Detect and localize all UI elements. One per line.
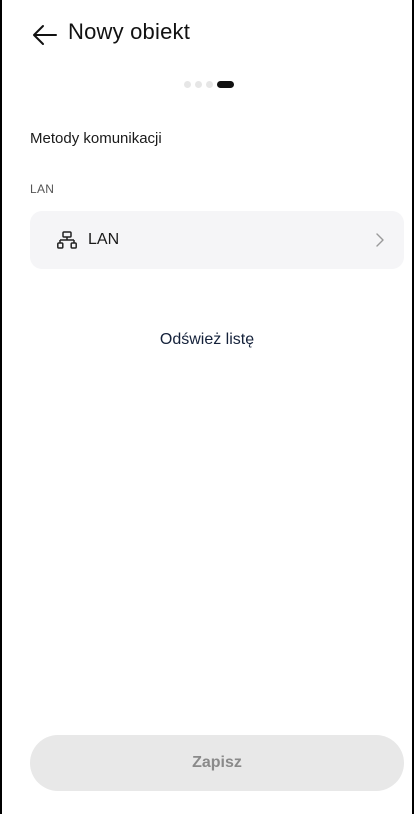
arrow-left-icon (33, 25, 57, 45)
step-dot (195, 81, 202, 88)
back-button[interactable] (28, 18, 62, 52)
top-bar: Nowy obiekt (2, 0, 412, 90)
step-dot (184, 81, 191, 88)
list-item-lan[interactable]: LAN (30, 211, 404, 269)
save-button[interactable]: Zapisz (30, 735, 404, 791)
page-title: Nowy obiekt (68, 19, 191, 44)
refresh-list-link[interactable]: Odśwież listę (2, 331, 412, 349)
network-icon (57, 229, 79, 251)
chevron-right-icon (374, 232, 386, 248)
section-title: Metody komunikacji (30, 130, 162, 147)
step-dot-active (217, 81, 234, 88)
list-item-label: LAN (88, 231, 120, 248)
app-screen: Nowy obiekt Metody komunikacji LAN LAN O… (0, 0, 414, 814)
group-label: LAN (30, 182, 55, 196)
step-dot (206, 81, 213, 88)
step-indicator (184, 81, 234, 88)
